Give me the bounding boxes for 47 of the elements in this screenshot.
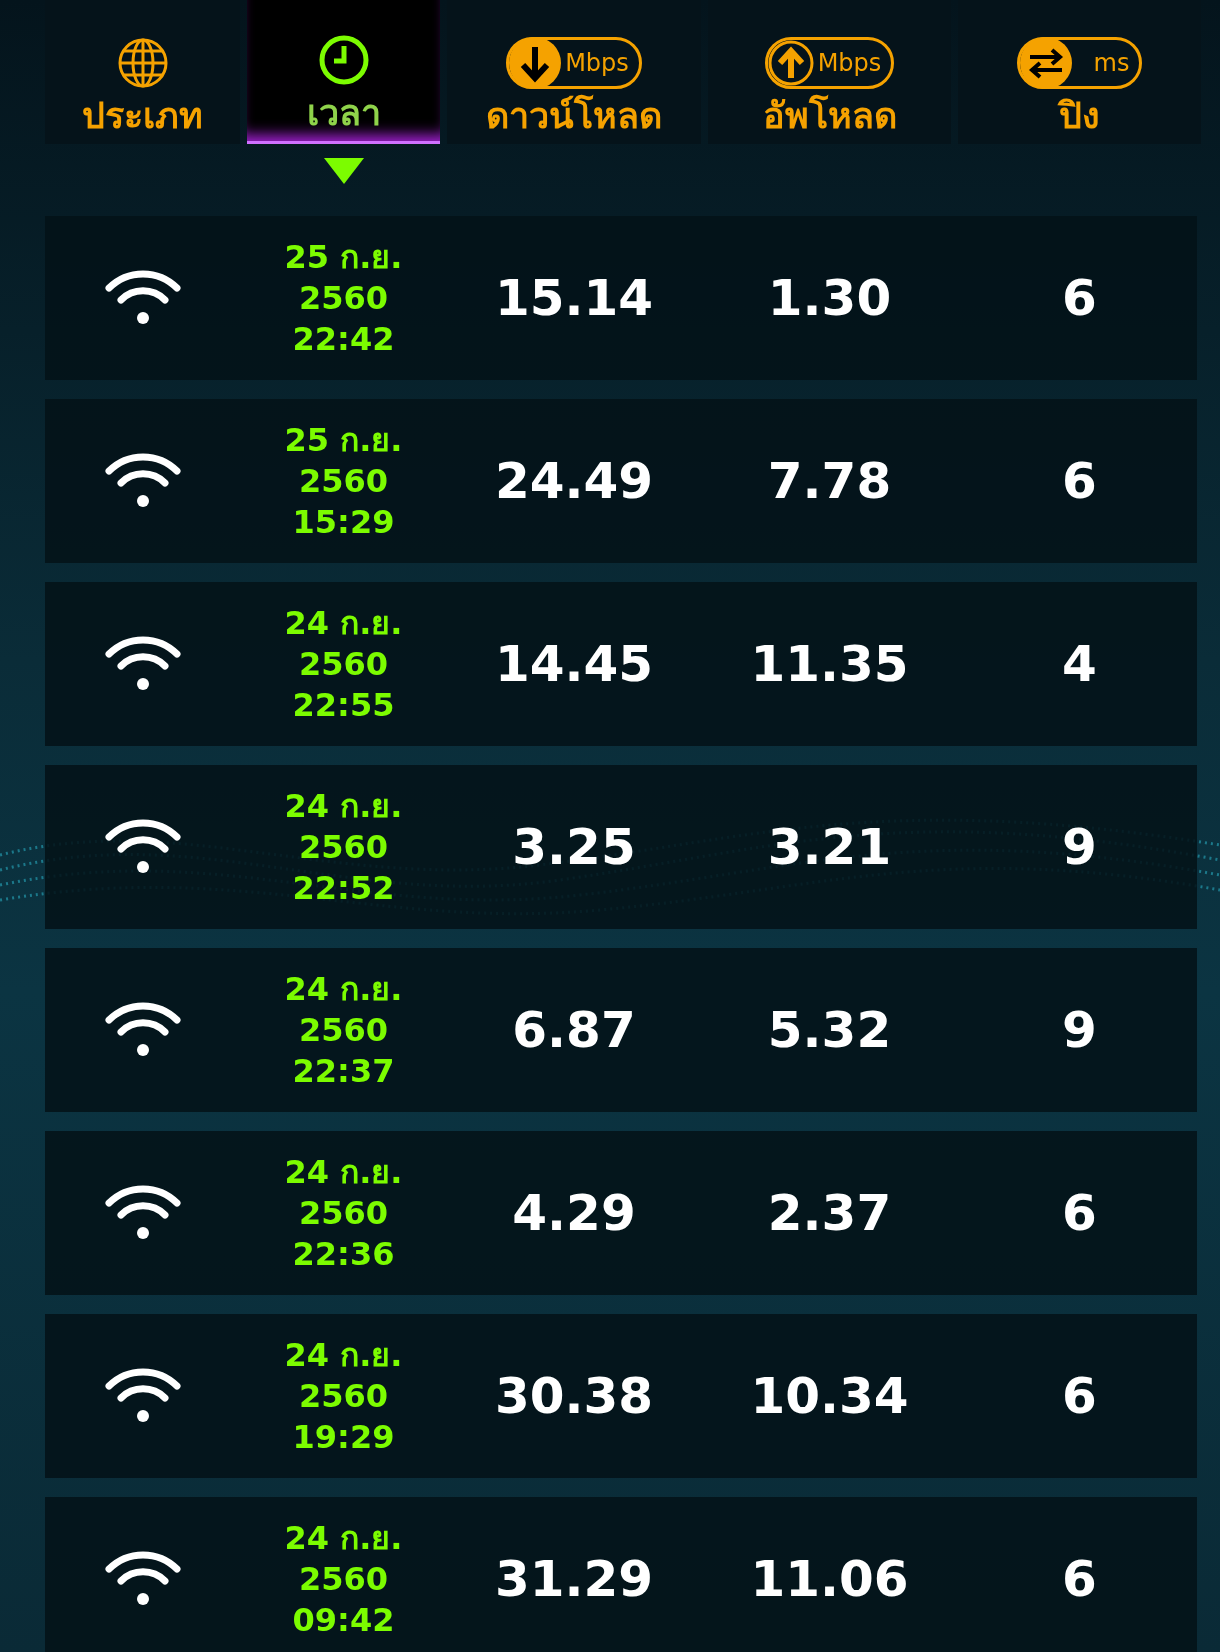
ping-value: 6 [1062,267,1097,329]
ping-value: 6 [1062,1548,1097,1610]
date-time: 24 ก.ย. 2560 22:36 [284,1151,403,1275]
wifi-icon [103,270,182,326]
download-speed: 24.49 [494,450,654,512]
globe-icon [116,36,169,89]
download-speed: 14.45 [494,633,654,695]
wifi-icon [103,1002,182,1058]
upload-speed: 3.21 [767,816,892,878]
upload-speed: 7.78 [767,450,892,512]
wifi-icon [103,1185,182,1241]
upload-speed: 11.35 [750,633,909,695]
unit-badge: Mbps [764,36,895,89]
download-speed: 30.38 [494,1365,654,1427]
download-speed: 15.14 [494,267,654,329]
column-tab[interactable]: เวลา [247,0,440,144]
wifi-icon [103,636,182,692]
sort-arrow-icon [323,158,364,184]
ping-value: 6 [1062,1182,1097,1244]
wifi-icon [103,1368,182,1424]
ping-value: 4 [1062,633,1097,695]
date-time: 25 ก.ย. 2560 22:42 [284,236,403,360]
ping-value: 6 [1062,1365,1097,1427]
download-speed: 3.25 [512,816,636,878]
ping-value: 9 [1062,999,1097,1061]
ping-value: 6 [1062,450,1097,512]
download-speed: 31.29 [494,1548,654,1610]
date-time: 24 ก.ย. 2560 19:29 [284,1334,403,1458]
date-time: 24 ก.ย. 2560 09:42 [284,1517,403,1641]
wifi-icon [103,453,182,509]
clock-icon [317,33,370,86]
wifi-icon [103,819,182,875]
ping-value: 9 [1062,816,1097,878]
date-time: 25 ก.ย. 2560 15:29 [284,419,403,543]
download-speed: 4.29 [512,1182,636,1244]
date-time: 24 ก.ย. 2560 22:52 [284,785,403,909]
upload-speed: 11.06 [750,1548,909,1610]
upload-speed: 1.30 [767,267,892,329]
unit-badge: ms [1016,36,1143,89]
wifi-icon [103,1551,182,1607]
date-time: 24 ก.ย. 2560 22:37 [284,968,403,1092]
date-time: 24 ก.ย. 2560 22:55 [284,602,403,726]
download-speed: 6.87 [512,999,636,1061]
upload-speed: 2.37 [767,1182,892,1244]
unit-badge: Mbps [506,36,642,89]
upload-speed: 10.34 [750,1365,909,1427]
upload-speed: 5.32 [767,999,892,1061]
